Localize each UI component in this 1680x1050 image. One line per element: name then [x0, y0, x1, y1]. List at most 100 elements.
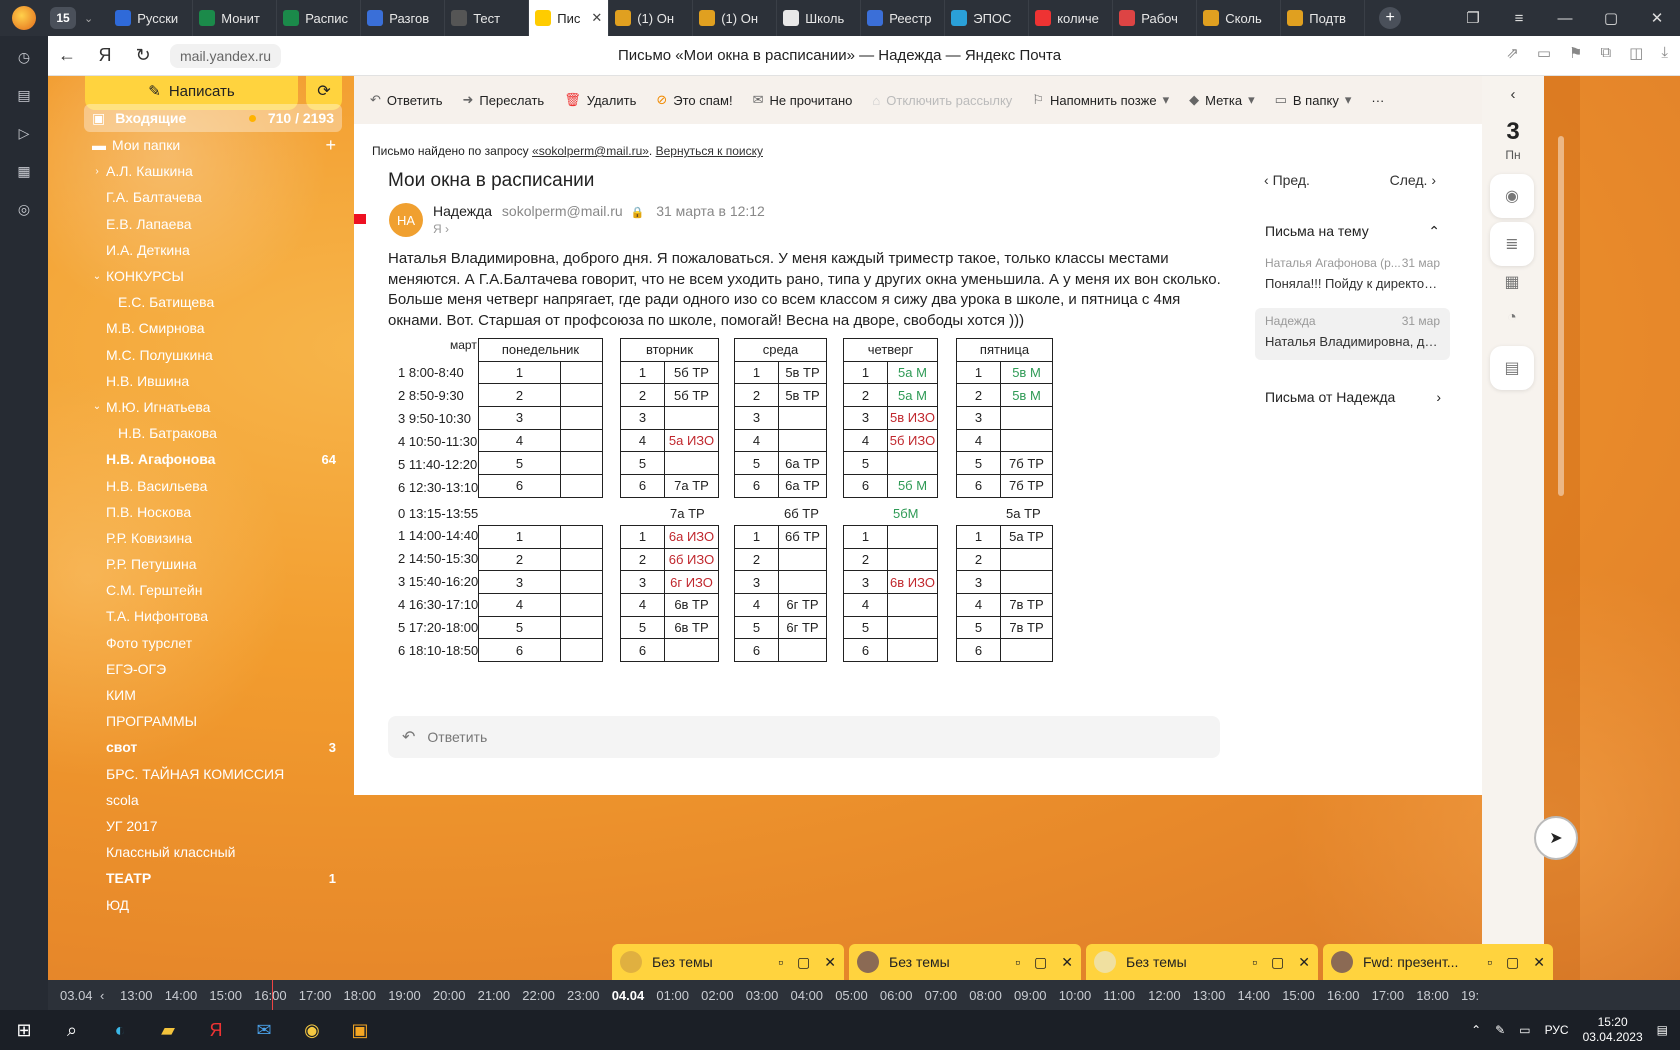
folder-item[interactable]: Фото турслет [84, 630, 342, 656]
timeline-tick[interactable]: 23:00 [567, 988, 600, 1003]
letters-from-sender[interactable]: Письма от Надежда › [1265, 389, 1441, 405]
folder-item[interactable]: Т.А. Нифонтова [84, 603, 342, 629]
collapse-icon[interactable]: ‹ [1482, 86, 1544, 103]
folder-item[interactable]: ТЕАТР 1 [84, 865, 342, 891]
back-to-search-link[interactable]: Вернуться к поиску [656, 144, 763, 158]
browser-tab[interactable]: Реестр [861, 0, 946, 36]
timeline-tick[interactable]: 10:00 [1059, 988, 1092, 1003]
extension-icon[interactable]: ◫ [1629, 44, 1643, 62]
add-folder-icon[interactable]: + [325, 135, 336, 156]
browser-tab[interactable]: Разгов [361, 0, 446, 36]
timeline-tick[interactable]: 04.04 [612, 988, 645, 1003]
browser-tab[interactable]: ЭПОС [945, 0, 1030, 36]
folder-item[interactable]: Е.С. Батищева [84, 289, 342, 315]
more-button[interactable]: ··· [1371, 93, 1384, 108]
label-button[interactable]: ◆ Метка ▾ [1189, 92, 1254, 108]
calendar-icon[interactable]: ▦ [13, 160, 35, 182]
recipient-line[interactable]: Я › [433, 222, 449, 236]
yandex-mail-icon[interactable]: ▣ [336, 1010, 384, 1050]
minimize-button[interactable]: — [1542, 10, 1588, 27]
timeline-tick[interactable]: 09:00 [1014, 988, 1047, 1003]
delete-button[interactable]: 🗑 Удалить [564, 92, 636, 108]
timeline-tick[interactable]: 04:00 [791, 988, 824, 1003]
close-draft-icon[interactable]: ✕ [1533, 954, 1545, 971]
expand-draft-icon[interactable]: ▢ [797, 954, 810, 971]
browser-tab[interactable]: количе [1029, 0, 1114, 36]
remind-later-button[interactable]: ⚐ Напомнить позже ▾ [1032, 92, 1169, 108]
menu-icon[interactable]: ≡ [1496, 10, 1542, 27]
next-button[interactable]: След. › [1390, 172, 1436, 188]
sender-name[interactable]: Надежда [433, 203, 492, 219]
minimize-draft-icon[interactable]: ▫ [1487, 954, 1492, 971]
move-to-folder-button[interactable]: ▭ В папку ▾ [1275, 92, 1352, 108]
timeline-tick[interactable]: 18:00 [1416, 988, 1449, 1003]
folder-item[interactable]: КИМ [84, 682, 342, 708]
timeline-tick[interactable]: 19: [1461, 988, 1479, 1003]
back-arrow-icon[interactable]: ← [48, 45, 86, 66]
windows-start-icon[interactable]: ⊞ [0, 1010, 48, 1050]
yandex-taskbar-icon[interactable]: Я [192, 1010, 240, 1050]
pages-icon[interactable]: ⧉ [1600, 44, 1611, 62]
browser-logo-icon[interactable] [12, 6, 36, 30]
timeline-left-arrow[interactable]: ‹ [100, 988, 104, 1003]
clock[interactable]: 15:20 03.04.2023 [1583, 1015, 1643, 1045]
browser-tab[interactable]: Монит [193, 0, 278, 36]
minimize-draft-icon[interactable]: ▫ [1015, 954, 1020, 971]
folder-item[interactable]: свот 3 [84, 734, 342, 760]
browser-tab[interactable]: Тест [445, 0, 530, 36]
keyboard-icon[interactable]: ▭ [1519, 1023, 1530, 1037]
timeline-tick[interactable]: 06:00 [880, 988, 913, 1003]
timeline-tick[interactable]: 16:00 [254, 988, 287, 1003]
quick-reply-box[interactable]: ↶ Ответить [388, 716, 1220, 758]
timeline-tick[interactable]: 01:00 [656, 988, 689, 1003]
edge-icon[interactable]: ◐ [96, 1010, 144, 1050]
reload-icon[interactable]: ↻ [124, 45, 162, 66]
timeline-tick[interactable]: 07:00 [925, 988, 958, 1003]
timeline-tick[interactable]: 20:00 [433, 988, 466, 1003]
close-window-button[interactable]: ✕ [1634, 9, 1680, 27]
browser-tab[interactable]: Школь [777, 0, 862, 36]
folder-item[interactable]: › А.Л. Кашкина [84, 158, 342, 184]
folder-item[interactable]: Классный классный [84, 839, 342, 865]
folder-item[interactable]: Г.А. Балтачева [84, 184, 342, 210]
timeline-tick[interactable]: 03:00 [746, 988, 779, 1003]
timeline-tick[interactable]: 08:00 [969, 988, 1002, 1003]
thread-item[interactable]: Надежда 31 мар Наталья Владимировна, добр.… [1255, 308, 1450, 360]
thread-item[interactable]: Наталья Агафонова (р... 31 мар Поняла!!! П… [1255, 250, 1450, 302]
notifications-icon[interactable]: ▤ [1657, 1023, 1668, 1037]
timeline-tick[interactable]: 15:00 [209, 988, 242, 1003]
close-tab-icon[interactable]: ✕ [591, 10, 602, 26]
explorer-icon[interactable]: ▰ [144, 1010, 192, 1050]
browser-tab[interactable]: Подтв [1281, 0, 1366, 36]
cursor-icon[interactable]: ➤ [1534, 816, 1578, 860]
collections-icon[interactable]: ▤ [13, 84, 35, 106]
folder-item[interactable]: Н.В. Батракова [84, 420, 342, 446]
timeline-tick[interactable]: 13:00 [1193, 988, 1226, 1003]
folder-item[interactable]: М.С. Полушкина [84, 342, 342, 368]
timeline-tick[interactable]: 13:00 [120, 988, 153, 1003]
bookmark-flag-icon[interactable]: ⚑ [1569, 44, 1582, 62]
folder-item[interactable]: ⌄ КОНКУРСЫ [84, 263, 342, 289]
thread-header[interactable]: Письма на тему ⌃ [1255, 218, 1450, 244]
reply-button[interactable]: ↶ Ответить [370, 92, 442, 108]
timeline-tick[interactable]: 22:00 [522, 988, 555, 1003]
spam-button[interactable]: ⊘ Это спам! [656, 92, 732, 108]
share-icon[interactable]: ⇗ [1506, 44, 1519, 62]
expand-draft-icon[interactable]: ▢ [1506, 954, 1519, 971]
play-icon[interactable]: ▷ [13, 122, 35, 144]
folder-item[interactable]: П.В. Носкова [84, 499, 342, 525]
expand-draft-icon[interactable]: ▢ [1034, 954, 1047, 971]
expand-arrow-icon[interactable]: ⌄ [88, 271, 106, 282]
calendar-day[interactable]: 3 [1482, 118, 1544, 146]
messenger-icon[interactable]: ▤ [1490, 346, 1534, 390]
chevron-down-icon[interactable]: ⌄ [84, 12, 93, 25]
expand-arrow-icon[interactable]: ⌄ [88, 401, 106, 412]
timeline-tick[interactable]: 19:00 [388, 988, 421, 1003]
folder-item[interactable]: Н.В. Ившина [84, 368, 342, 394]
draft-bar[interactable]: Без темы ▫ ▢ ✕ [1086, 944, 1318, 980]
browser-tab[interactable]: Русски [109, 0, 194, 36]
scroll-thumb[interactable] [1558, 136, 1564, 496]
close-draft-icon[interactable]: ✕ [824, 954, 836, 971]
folder-item[interactable]: ▬ Мои папки + [84, 132, 342, 158]
timeline-tick[interactable]: 12:00 [1148, 988, 1181, 1003]
